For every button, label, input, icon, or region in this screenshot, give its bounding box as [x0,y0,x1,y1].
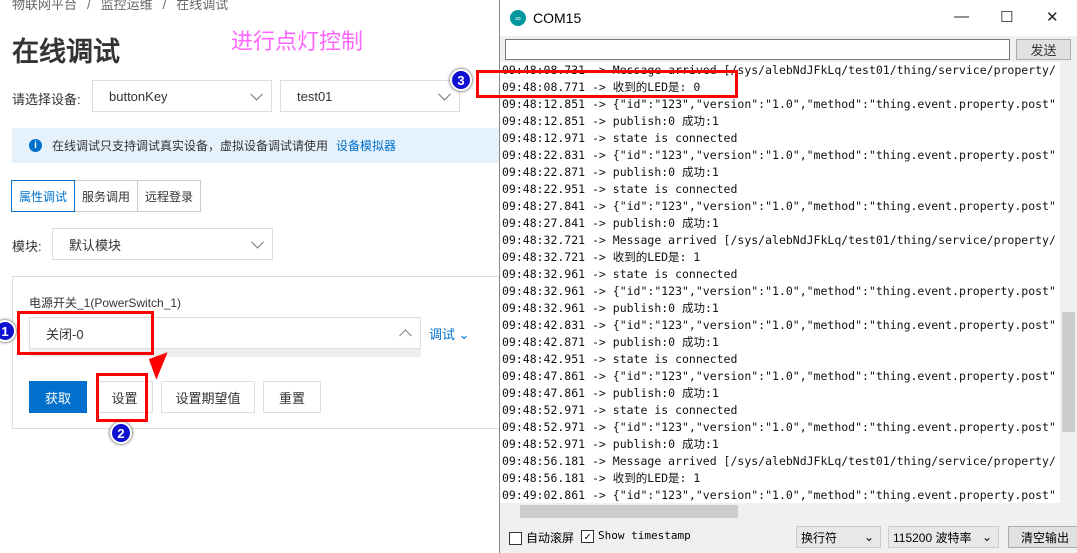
chevron-up-icon [399,329,412,343]
reset-button[interactable]: 重置 [263,381,321,413]
line-ending-select[interactable]: 换行符 ⌄ [796,526,881,548]
log-line: 09:48:22.951 -> state is connected [502,182,738,196]
simulator-link[interactable]: 设备模拟器 [336,137,396,154]
module-select[interactable]: 默认模块 [52,228,273,260]
log-line: 09:48:27.841 -> publish:0 成功:1 [502,216,719,230]
timestamp-checkbox[interactable]: ✓ Show timestamp [581,529,691,543]
timestamp-label: Show timestamp [598,529,691,542]
property-label: 电源开关_1(PowerSwitch_1) [29,296,182,310]
autoscroll-checkbox[interactable]: 自动滚屏 [509,529,574,546]
device-label: 请选择设备: [12,92,81,107]
vertical-scrollbar[interactable] [1060,62,1077,503]
tab-property-debug[interactable]: 属性调试 [11,180,76,212]
log-line: 09:48:12.851 -> {"id":"123","version":"1… [502,97,1056,111]
step-badge: 3 [450,69,472,91]
debug-label: 调试 [429,327,456,342]
scroll-thumb[interactable] [520,505,738,518]
breadcrumb-item[interactable]: 物联网平台 [12,0,77,12]
log-line: 09:48:42.871 -> publish:0 成功:1 [502,335,719,349]
line-ending-value: 换行符 [801,530,838,545]
autoscroll-label: 自动滚屏 [526,531,575,545]
annotation-text: 进行点灯控制 [231,29,364,54]
log-line: 09:48:32.961 -> {"id":"123","version":"1… [502,284,1056,298]
log-line: 09:48:32.961 -> state is connected [502,267,738,281]
close-icon[interactable]: ✕ [1046,8,1059,26]
breadcrumb-sep: / [162,0,167,12]
minimize-icon[interactable]: — [954,8,969,25]
log-line: 09:48:42.831 -> {"id":"123","version":"1… [502,318,1056,332]
product-value: buttonKey [109,88,168,104]
send-input[interactable] [505,39,1010,60]
product-select[interactable]: buttonKey [92,80,272,112]
window-title: COM15 [533,10,582,26]
maximize-icon[interactable]: ☐ [1000,8,1013,26]
log-line: 09:48:56.181 -> 收到的LED是: 1 [502,471,701,485]
baud-value: 115200 波特率 [893,530,972,545]
log-line: 09:48:32.961 -> publish:0 成功:1 [502,301,719,315]
log-line: 09:48:52.971 -> publish:0 成功:1 [502,437,719,451]
log-line: 09:48:22.871 -> publish:0 成功:1 [502,165,719,179]
chevron-down-icon [250,87,263,101]
breadcrumb-item[interactable]: 监控运维 [101,0,153,12]
log-line: 09:48:32.721 -> 收到的LED是: 1 [502,250,701,264]
info-icon: i [29,139,42,152]
checkbox-icon [509,532,522,546]
log-line: 09:48:27.841 -> {"id":"123","version":"1… [502,199,1056,213]
highlight-box [476,70,738,98]
log-line: 09:48:42.951 -> state is connected [502,352,738,366]
highlight-box [17,311,154,355]
debug-toggle[interactable]: 调试 ⌄ [429,324,470,343]
log-line: 09:48:56.181 -> Message arrived [/sys/al… [502,454,1056,468]
clear-output-button[interactable]: 清空输出 [1008,526,1077,548]
log-line: 09:48:12.851 -> publish:0 成功:1 [502,114,719,128]
arduino-logo-icon: ∞ [510,10,526,26]
log-line: 09:48:52.971 -> state is connected [502,403,738,417]
log-line: 09:48:32.721 -> Message arrived [/sys/al… [502,233,1056,247]
module-value: 默认模块 [69,237,122,253]
log-line: 09:48:52.971 -> {"id":"123","version":"1… [502,420,1056,434]
page-title: 在线调试 [12,37,120,67]
tab-remote-login[interactable]: 远程登录 [137,180,202,212]
chevron-down-icon: ⌄ [981,530,992,544]
horizontal-scrollbar[interactable] [500,503,1060,520]
breadcrumb: 物联网平台 / 监控运维 / 在线调试 [12,0,238,13]
chevron-down-icon [438,87,451,101]
set-expected-button[interactable]: 设置期望值 [161,381,255,413]
log-line: 09:49:02.861 -> {"id":"123","version":"1… [502,488,1056,502]
title-bar: ∞ COM15 — ☐ ✕ [500,0,1077,36]
step-badge: 2 [110,422,132,444]
chevron-down-icon: ⌄ [863,530,874,544]
log-line: 09:48:47.861 -> {"id":"123","version":"1… [502,369,1056,383]
breadcrumb-item: 在线调试 [176,0,229,12]
baud-select[interactable]: 115200 波特率 ⌄ [888,526,999,548]
get-button[interactable]: 获取 [29,381,87,413]
device-select[interactable]: test01 [280,80,460,112]
device-value: test01 [297,88,333,104]
chevron-down-icon: ⌄ [458,327,470,342]
info-banner: i 在线调试只支持调试真实设备，虚拟设备调试请使用 设备模拟器 [12,128,500,163]
log-line: 09:48:12.971 -> state is connected [502,131,738,145]
chevron-down-icon [251,235,264,249]
module-label: 模块: [12,239,42,254]
send-button[interactable]: 发送 [1016,39,1071,60]
checkmark-icon: ✓ [581,529,594,543]
highlight-box [96,373,148,422]
log-line: 09:48:22.831 -> {"id":"123","version":"1… [502,148,1056,162]
info-text: 在线调试只支持调试真实设备，虚拟设备调试请使用 [52,139,329,153]
tab-service-call[interactable]: 服务调用 [74,180,139,212]
tabs: 属性调试 服务调用 远程登录 [11,180,202,212]
log-line: 09:48:47.861 -> publish:0 成功:1 [502,386,719,400]
bottom-bar: 自动滚屏 ✓ Show timestamp 换行符 ⌄ 115200 波特率 ⌄ 清空… [500,520,1077,553]
breadcrumb-sep: / [87,0,91,12]
scroll-thumb[interactable] [1062,312,1075,432]
serial-output: 09:48:08.731 -> Message arrived [/sys/al… [500,62,1060,503]
